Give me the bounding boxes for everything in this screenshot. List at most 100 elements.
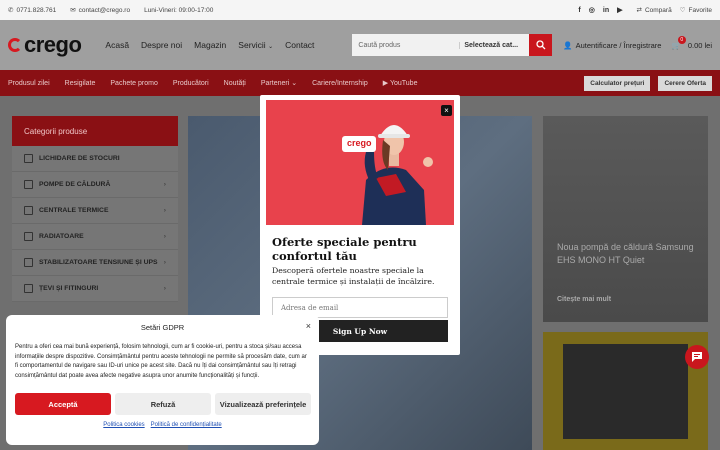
cart-total: 0.00 lei xyxy=(687,40,712,50)
hours-text: Luni-Vineri: 09:00-17:00 xyxy=(144,6,214,14)
compare-icon: ⇄ xyxy=(636,7,642,14)
site-header: crego Acasă Despre noi Magazin Servicii … xyxy=(0,20,720,70)
logo-text: crego xyxy=(24,32,82,57)
refuse-button[interactable]: Refuză xyxy=(115,393,211,415)
close-icon[interactable]: × xyxy=(306,321,311,331)
popup-image-logo: crego xyxy=(347,138,372,148)
opening-hours: Luni-Vineri: 09:00-17:00 xyxy=(144,7,213,14)
popup-image: crego xyxy=(266,100,454,225)
chevron-right-icon: › xyxy=(163,233,166,240)
menu-item-producers[interactable]: Producători xyxy=(173,80,209,87)
top-bar: ✆ 0771.828.761 ✉ contact@crego.ro Luni-V… xyxy=(0,0,720,20)
menu-item-youtube[interactable]: ▶ YouTube xyxy=(383,79,418,87)
chat-icon xyxy=(692,352,702,362)
sidebar-item-clearance[interactable]: LICHIDARE DE STOCURI xyxy=(12,146,178,172)
popup-title: Oferte speciale pentru confortul tău xyxy=(272,235,417,263)
menu-item-partners-label: Parteneri xyxy=(260,80,290,87)
gdpr-body: Pentru a oferi cea mai bună experiență, … xyxy=(15,344,307,379)
product-image xyxy=(563,344,688,439)
menu-item-resealed[interactable]: Resigilate xyxy=(65,80,96,87)
nav-item-contact[interactable]: Contact xyxy=(285,40,314,50)
email-contact[interactable]: ✉ contact@crego.ro xyxy=(70,6,131,15)
youtube-icon: ▶ xyxy=(382,80,389,87)
email-address: contact@crego.ro xyxy=(78,6,131,14)
close-popup-button[interactable]: × xyxy=(441,105,452,116)
sidebar-item-boilers[interactable]: CENTRALE TERMICE › xyxy=(12,198,178,224)
sidebar-item-stabilizers[interactable]: STABILIZATOARE TENSIUNE ȘI UPS › xyxy=(12,250,178,276)
cart-count-badge: 0 xyxy=(677,35,686,44)
woman-holding-sign-illustration xyxy=(342,125,433,225)
menu-item-product-of-day[interactable]: Produsul zilei xyxy=(8,80,50,87)
accept-button[interactable]: Acceptă xyxy=(15,393,111,415)
menu-item-news[interactable]: Noutăți xyxy=(224,80,246,87)
search-category-select[interactable]: Selectează cat... xyxy=(459,41,528,49)
heart-icon: ♡ xyxy=(679,7,686,14)
linkedin-icon[interactable]: in xyxy=(603,7,609,14)
close-icon: × xyxy=(444,106,449,115)
compare-label: Compară xyxy=(644,6,672,14)
tag-icon xyxy=(24,154,33,163)
cart-icon: 🛒 0 xyxy=(671,35,686,50)
gdpr-consent-banner: Setări GDPR × Pentru a oferi cea mai bun… xyxy=(6,315,319,445)
menu-item-promo-packages[interactable]: Pachete promo xyxy=(110,80,157,87)
facebook-icon[interactable]: f xyxy=(578,7,580,14)
pipe-icon xyxy=(24,284,33,293)
radiator-icon xyxy=(24,232,33,241)
nav-item-shop[interactable]: Magazin xyxy=(194,40,226,50)
chevron-down-icon: ⌄ xyxy=(268,44,274,50)
search-input[interactable]: Caută produs xyxy=(352,42,459,49)
sidebar-item-label: STABILIZATOARE TENSIUNE ȘI UPS xyxy=(39,259,158,266)
promo-card-heat-pump[interactable]: Noua pompă de căldură Samsung EHS MONO H… xyxy=(543,116,708,322)
sidebar-heading: Categorii produse xyxy=(12,116,178,146)
sidebar-item-pipes[interactable]: ȚEVI ȘI FITINGURI › xyxy=(12,276,178,302)
nav-item-services-label: Servicii xyxy=(238,40,266,50)
main-nav: Acasă Despre noi Magazin Servicii ⌄ Cont… xyxy=(105,40,314,50)
popup-description: Descoperă ofertele noastre speciale la c… xyxy=(272,266,435,286)
search-button[interactable] xyxy=(528,34,553,56)
chevron-down-icon: ⌄ xyxy=(291,80,298,87)
menu-item-youtube-label: YouTube xyxy=(389,80,418,87)
cookie-policy-link[interactable]: Politica cookies xyxy=(103,422,144,428)
chat-button[interactable] xyxy=(685,345,709,369)
instagram-icon[interactable]: ◎ xyxy=(589,6,595,14)
nav-item-services[interactable]: Servicii ⌄ xyxy=(238,40,273,50)
favorites-link[interactable]: ♡ Favorite xyxy=(679,6,712,15)
nav-item-home[interactable]: Acasă xyxy=(105,40,129,50)
phone-contact[interactable]: ✆ 0771.828.761 xyxy=(8,6,57,15)
sidebar-item-label: RADIATOARE xyxy=(39,233,84,240)
compare-link[interactable]: ⇄ Compară xyxy=(636,6,672,15)
menu-item-careers[interactable]: Cariere/Internship xyxy=(312,80,368,87)
account-link[interactable]: 👤 Autentificare / Înregistrare xyxy=(563,41,661,50)
view-preferences-button[interactable]: Vizualizează preferințele xyxy=(215,393,311,415)
menu-item-partners[interactable]: Parteneri ⌄ xyxy=(261,79,297,87)
sidebar-item-radiators[interactable]: RADIATOARE › xyxy=(12,224,178,250)
chevron-right-icon: › xyxy=(163,259,166,266)
promo-read-more-link[interactable]: Citește mai mult xyxy=(557,296,611,303)
sidebar-item-label: CENTRALE TERMICE xyxy=(39,207,109,214)
account-label: Autentificare / Înregistrare xyxy=(575,40,662,50)
sidebar-item-label: POMPE DE CĂLDURĂ xyxy=(39,181,111,188)
youtube-icon[interactable]: ▶ xyxy=(617,6,622,14)
promo-card-stabilizer[interactable] xyxy=(543,332,708,450)
nav-item-about[interactable]: Despre noi xyxy=(141,40,182,50)
stabilizer-icon xyxy=(24,258,33,267)
promo-title: Noua pompă de căldură Samsung EHS MONO H… xyxy=(557,242,694,265)
gdpr-title: Setări GDPR xyxy=(140,323,185,332)
chevron-right-icon: › xyxy=(163,181,166,188)
sidebar-item-label: ȚEVI ȘI FITINGURI xyxy=(39,285,99,292)
cart-link[interactable]: 🛒 0 0.00 lei xyxy=(671,35,712,50)
heat-pump-icon xyxy=(24,180,33,189)
phone-number: 0771.828.761 xyxy=(16,6,57,14)
envelope-icon: ✉ xyxy=(70,7,76,14)
logo-mark-icon xyxy=(8,38,22,52)
category-sidebar: Categorii produse LICHIDARE DE STOCURI P… xyxy=(12,116,178,302)
privacy-policy-link[interactable]: Politică de confidențialitate xyxy=(151,422,222,428)
chevron-right-icon: › xyxy=(163,285,166,292)
phone-icon: ✆ xyxy=(8,7,14,14)
price-calculator-button[interactable]: Calculator prețuri xyxy=(584,75,651,91)
user-icon: 👤 xyxy=(563,40,573,50)
request-offer-button[interactable]: Cerere Oferta xyxy=(658,75,712,91)
sidebar-item-heat-pumps[interactable]: POMPE DE CĂLDURĂ › xyxy=(12,172,178,198)
chevron-right-icon: › xyxy=(163,207,166,214)
site-logo[interactable]: crego xyxy=(8,32,82,58)
